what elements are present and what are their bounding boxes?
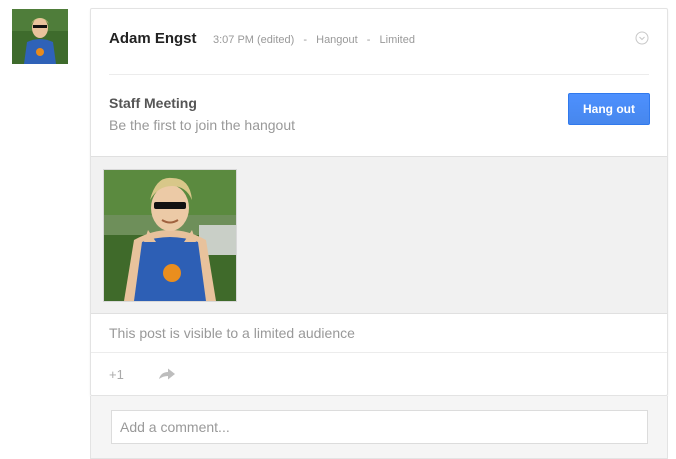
post-header: Adam Engst 3:07 PM (edited) - Hangout - … bbox=[109, 29, 649, 49]
post-page: Adam Engst 3:07 PM (edited) - Hangout - … bbox=[0, 0, 676, 459]
author-avatar[interactable] bbox=[12, 9, 68, 64]
media-area bbox=[91, 156, 667, 314]
author-name[interactable]: Adam Engst bbox=[109, 30, 197, 47]
post-time[interactable]: 3:07 PM (edited) bbox=[213, 34, 294, 46]
hang-out-button[interactable]: Hang out bbox=[568, 93, 650, 125]
hangout-title: Staff Meeting bbox=[109, 95, 197, 111]
chevron-down-circle-icon[interactable] bbox=[635, 31, 649, 45]
meta-separator: - bbox=[303, 34, 308, 46]
footer-divider bbox=[91, 352, 667, 353]
comment-input[interactable] bbox=[111, 410, 648, 444]
plus-one-button[interactable]: +1 bbox=[109, 367, 124, 382]
meta-separator: - bbox=[366, 34, 371, 46]
post-card: Adam Engst 3:07 PM (edited) - Hangout - … bbox=[90, 8, 668, 396]
post-meta: 3:07 PM (edited) - Hangout - Limited bbox=[213, 34, 415, 46]
header-divider bbox=[109, 74, 649, 75]
share-arrow-icon[interactable] bbox=[157, 366, 177, 382]
comment-area bbox=[90, 396, 668, 459]
visibility-note: This post is visible to a limited audien… bbox=[109, 325, 355, 341]
post-visibility-tag[interactable]: Limited bbox=[380, 34, 415, 46]
post-type: Hangout bbox=[316, 34, 358, 46]
hangout-subtitle: Be the first to join the hangout bbox=[109, 117, 296, 133]
attached-photo[interactable] bbox=[103, 169, 237, 302]
